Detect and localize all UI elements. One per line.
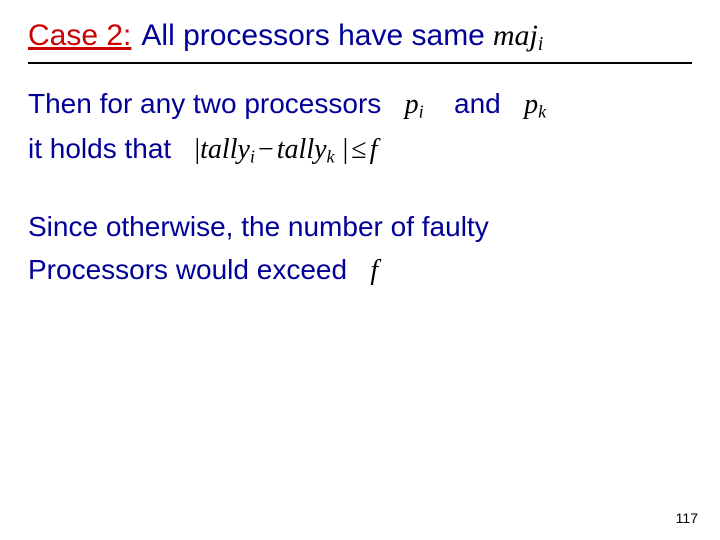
paragraph-2: Since otherwise, the number of faulty Pr… [28,205,692,293]
f-sym-2: f [370,255,378,286]
and-word: and [454,88,501,119]
math-p-k: pk [524,89,546,120]
case-heading: Case 2: All processors have same maji [28,18,692,56]
case-text: All processors have same [141,18,484,54]
divider [28,62,692,64]
maj-base: maj [493,19,538,52]
math-p-i: pi [405,89,431,120]
math-maj-i: maji [493,18,543,56]
case-label: Case 2: [28,18,131,54]
minus-op: − [255,134,277,165]
paragraph-1: Then for any two processors pi and pk it… [28,82,692,171]
slide: Case 2: All processors have same maji Th… [0,0,720,540]
math-tally-inequality: |tallyi−tallyk|≤f [195,134,378,165]
then-text: Then for any two processors [28,88,381,119]
leq-op: ≤ [348,134,369,165]
since-line-1: Since otherwise, the number of faulty [28,211,489,242]
since-line-2: Processors would exceed [28,254,347,285]
tally-k: tally [277,134,327,165]
sub-i: i [538,34,543,55]
sub-i-2: i [419,102,424,122]
p-base-2: p [524,89,538,120]
math-f: f [370,255,378,286]
f-sym: f [370,134,378,165]
holds-text: it holds that [28,133,171,164]
sub-k: k [538,102,546,122]
tally-i: tally [200,134,250,165]
p-base: p [405,89,419,120]
page-number: 117 [676,510,698,526]
sub-k-2: k [327,146,335,166]
